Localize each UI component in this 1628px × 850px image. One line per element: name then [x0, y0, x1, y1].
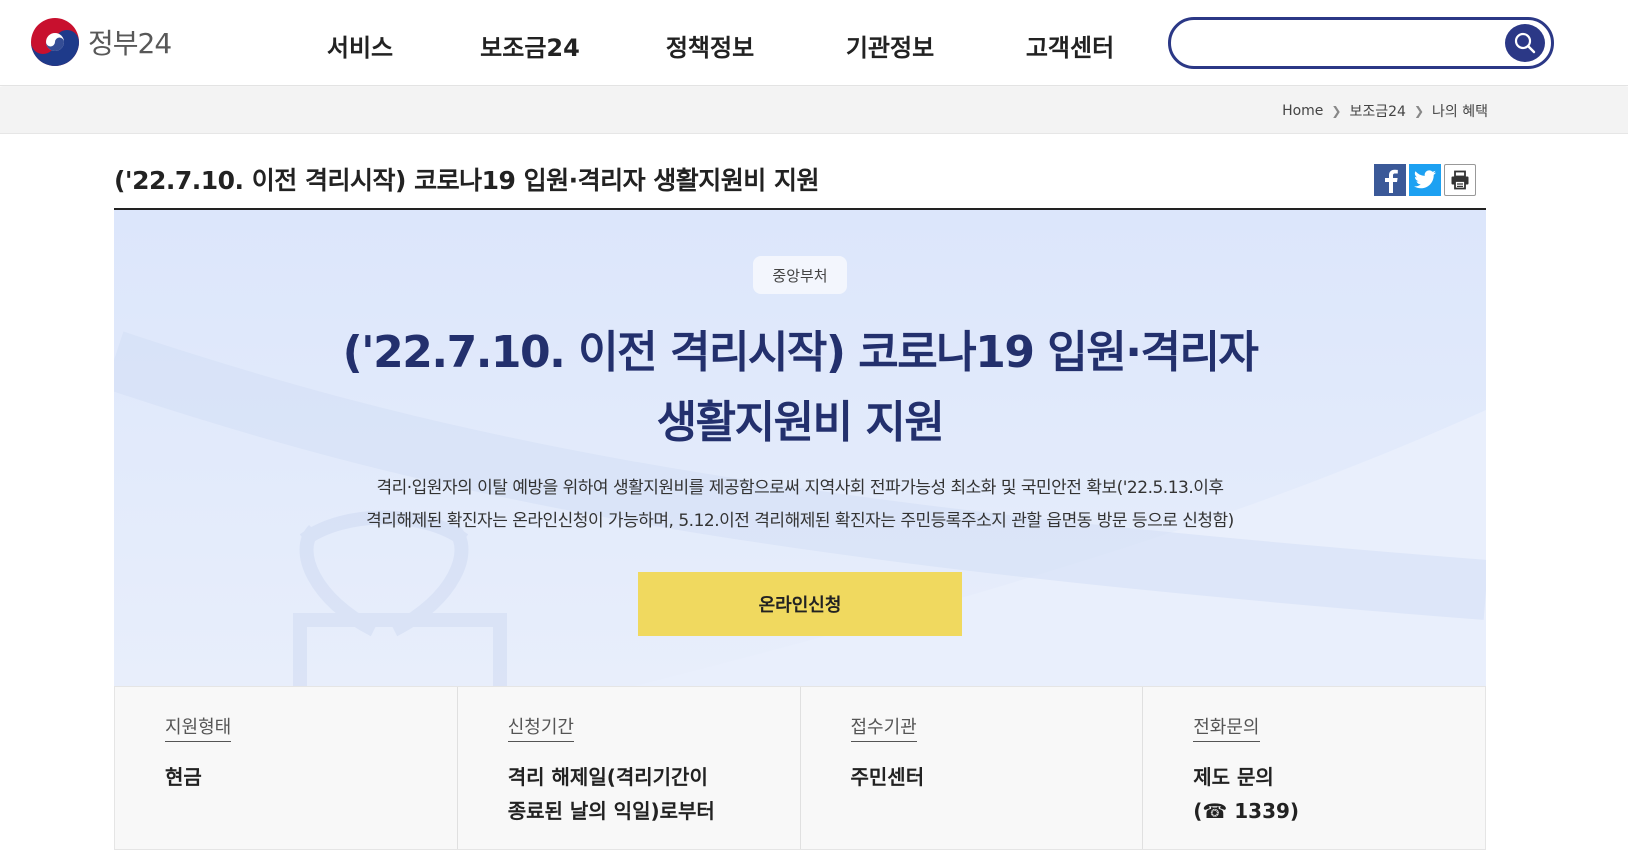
- search-button[interactable]: [1505, 24, 1545, 62]
- hero-title-line: 생활지원비 지원: [656, 397, 945, 448]
- info-cell-receiving-agency: 접수기관 주민센터: [801, 687, 1144, 849]
- info-value-line: 현금: [165, 765, 202, 789]
- info-value: 주민센터: [851, 760, 1111, 794]
- print-icon: [1451, 170, 1469, 190]
- agency-type-badge: 중앙부처: [753, 256, 847, 294]
- info-value: 격리 해제일(격리기간이 종료된 날의 익일)로부터: [508, 760, 768, 828]
- chevron-right-icon: ❯: [1331, 104, 1342, 118]
- info-value-line: 제도 문의: [1193, 765, 1274, 789]
- main-nav: 서비스 보조금24 정책정보 기관정보 고객센터: [300, 28, 1140, 63]
- facebook-share-button[interactable]: [1374, 164, 1406, 196]
- search-box: [1168, 17, 1554, 69]
- search-input[interactable]: [1187, 28, 1497, 58]
- info-value-line: 주민센터: [850, 765, 925, 789]
- site-header: 정부24 서비스 보조금24 정책정보 기관정보 고객센터: [0, 0, 1628, 86]
- page-title: ('22.7.10. 이전 격리시작) 코로나19 입원·격리자 생활지원비 지…: [114, 166, 819, 195]
- nav-item-subsidy24[interactable]: 보조금24: [420, 28, 640, 63]
- info-label: 전화문의: [1193, 713, 1260, 742]
- nav-item-services[interactable]: 서비스: [300, 28, 420, 63]
- hero-title: ('22.7.10. 이전 격리시작) 코로나19 입원·격리자 생활지원비 지…: [300, 318, 1300, 458]
- site-logo[interactable]: 정부24: [30, 17, 172, 67]
- info-label: 신청기간: [507, 713, 574, 742]
- share-buttons: [1374, 164, 1476, 196]
- info-label: 접수기관: [850, 713, 917, 742]
- hero-title-line: ('22.7.10. 이전 격리시작) 코로나19 입원·격리자: [342, 327, 1259, 378]
- info-value-line: 종료된 날의 익일)로부터: [507, 799, 715, 823]
- breadcrumb: Home ❯ 보조금24 ❯ 나의 혜택: [1282, 101, 1488, 121]
- info-cell-application-period: 신청기간 격리 해제일(격리기간이 종료된 날의 익일)로부터: [458, 687, 801, 849]
- benefit-summary-grid: 지원형태 현금 신청기간 격리 해제일(격리기간이 종료된 날의 익일)로부터 …: [114, 686, 1486, 850]
- hero-description-line: 격리·입원자의 이탈 예방을 위하여 생활지원비를 제공함으로써 지역사회 전파…: [376, 478, 1224, 498]
- breadcrumb-my-benefits[interactable]: 나의 혜택: [1432, 101, 1488, 121]
- hero-description-line: 격리해제된 확진자는 온라인신청이 가능하며, 5.12.이전 격리해제된 확진…: [366, 511, 1234, 531]
- info-value-line: (☎ 1339): [1193, 799, 1300, 823]
- breadcrumb-home[interactable]: Home: [1282, 103, 1323, 119]
- breadcrumb-subsidy24[interactable]: 보조금24: [1349, 101, 1405, 121]
- nav-item-customer-center[interactable]: 고객센터: [1000, 28, 1140, 63]
- info-label: 지원형태: [165, 713, 232, 742]
- twitter-icon: [1414, 170, 1436, 189]
- info-cell-support-type: 지원형태 현금: [115, 687, 458, 849]
- online-apply-button[interactable]: 온라인신청: [638, 572, 962, 636]
- twitter-share-button[interactable]: [1409, 164, 1441, 196]
- info-value: 제도 문의 (☎ 1339): [1193, 760, 1453, 828]
- print-button[interactable]: [1444, 164, 1476, 196]
- info-value: 현금: [165, 760, 425, 794]
- info-value-line: 격리 해제일(격리기간이: [507, 765, 708, 789]
- chevron-right-icon: ❯: [1413, 104, 1425, 118]
- breadcrumb-bar: Home ❯ 보조금24 ❯ 나의 혜택: [0, 87, 1628, 134]
- hero-description: 격리·입원자의 이탈 예방을 위하여 생활지원비를 제공함으로써 지역사회 전파…: [250, 472, 1350, 538]
- nav-item-agency-info[interactable]: 기관정보: [780, 28, 1000, 63]
- logo-text: 정부24: [88, 27, 172, 60]
- benefit-hero: 중앙부처 ('22.7.10. 이전 격리시작) 코로나19 입원·격리자 생활…: [114, 210, 1486, 686]
- nav-item-policy-info[interactable]: 정책정보: [640, 28, 780, 63]
- info-cell-phone-inquiry: 전화문의 제도 문의 (☎ 1339): [1143, 687, 1485, 849]
- facebook-icon: [1385, 169, 1398, 193]
- search-icon: [1514, 32, 1536, 54]
- taegeuk-logo-icon: [31, 18, 79, 66]
